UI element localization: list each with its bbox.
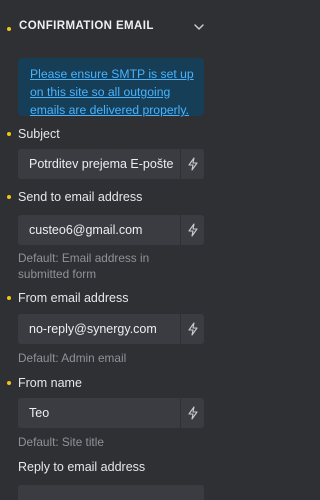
dynamic-data-button[interactable] (181, 149, 204, 179)
dot-icon (7, 132, 11, 136)
subject-input[interactable]: Potrditev prejema E-pošte (18, 149, 180, 179)
chevron-down-icon[interactable] (192, 20, 206, 34)
dot-icon (7, 195, 11, 199)
confirmation-email-panel: CONFIRMATION EMAIL Please ensure SMTP is… (0, 0, 224, 500)
from-name-field[interactable]: Teo (18, 398, 204, 428)
dynamic-data-button[interactable] (181, 398, 204, 428)
smtp-notice: Please ensure SMTP is set up on this sit… (18, 58, 204, 117)
from-email-input[interactable]: no-reply@synergy.com (18, 314, 180, 344)
send-to-label: Send to email address (18, 190, 143, 204)
dot-icon (7, 296, 11, 300)
dot-icon (7, 381, 11, 385)
from-name-hint: Default: Site title (18, 435, 104, 449)
lightning-bolt-icon (187, 223, 198, 237)
reply-to-label: Reply to email address (18, 460, 146, 474)
send-to-input[interactable]: custeo6@gmail.com (18, 215, 180, 245)
section-title: CONFIRMATION EMAIL (19, 20, 154, 32)
from-email-field[interactable]: no-reply@synergy.com (18, 314, 204, 344)
from-email-hint: Default: Admin email (18, 351, 127, 365)
from-name-label: From name (18, 376, 82, 390)
section-header[interactable]: CONFIRMATION EMAIL (0, 0, 224, 56)
from-email-label: From email address (18, 291, 129, 305)
lightning-bolt-icon (187, 322, 198, 336)
send-to-field[interactable]: custeo6@gmail.com (18, 215, 204, 245)
from-name-input[interactable]: Teo (18, 398, 180, 428)
dynamic-data-button[interactable] (181, 314, 204, 344)
lightning-bolt-icon (187, 406, 198, 420)
subject-label: Subject (18, 127, 60, 141)
smtp-notice-link[interactable]: Please ensure SMTP is set up on this sit… (30, 67, 194, 117)
dynamic-data-button[interactable] (181, 215, 204, 245)
reply-to-input[interactable] (18, 485, 204, 500)
subject-field[interactable]: Potrditev prejema E-pošte (18, 149, 204, 179)
send-to-hint: Default: Email address in submitted form (18, 251, 150, 281)
dot-icon (7, 27, 11, 31)
lightning-bolt-icon (187, 157, 198, 171)
